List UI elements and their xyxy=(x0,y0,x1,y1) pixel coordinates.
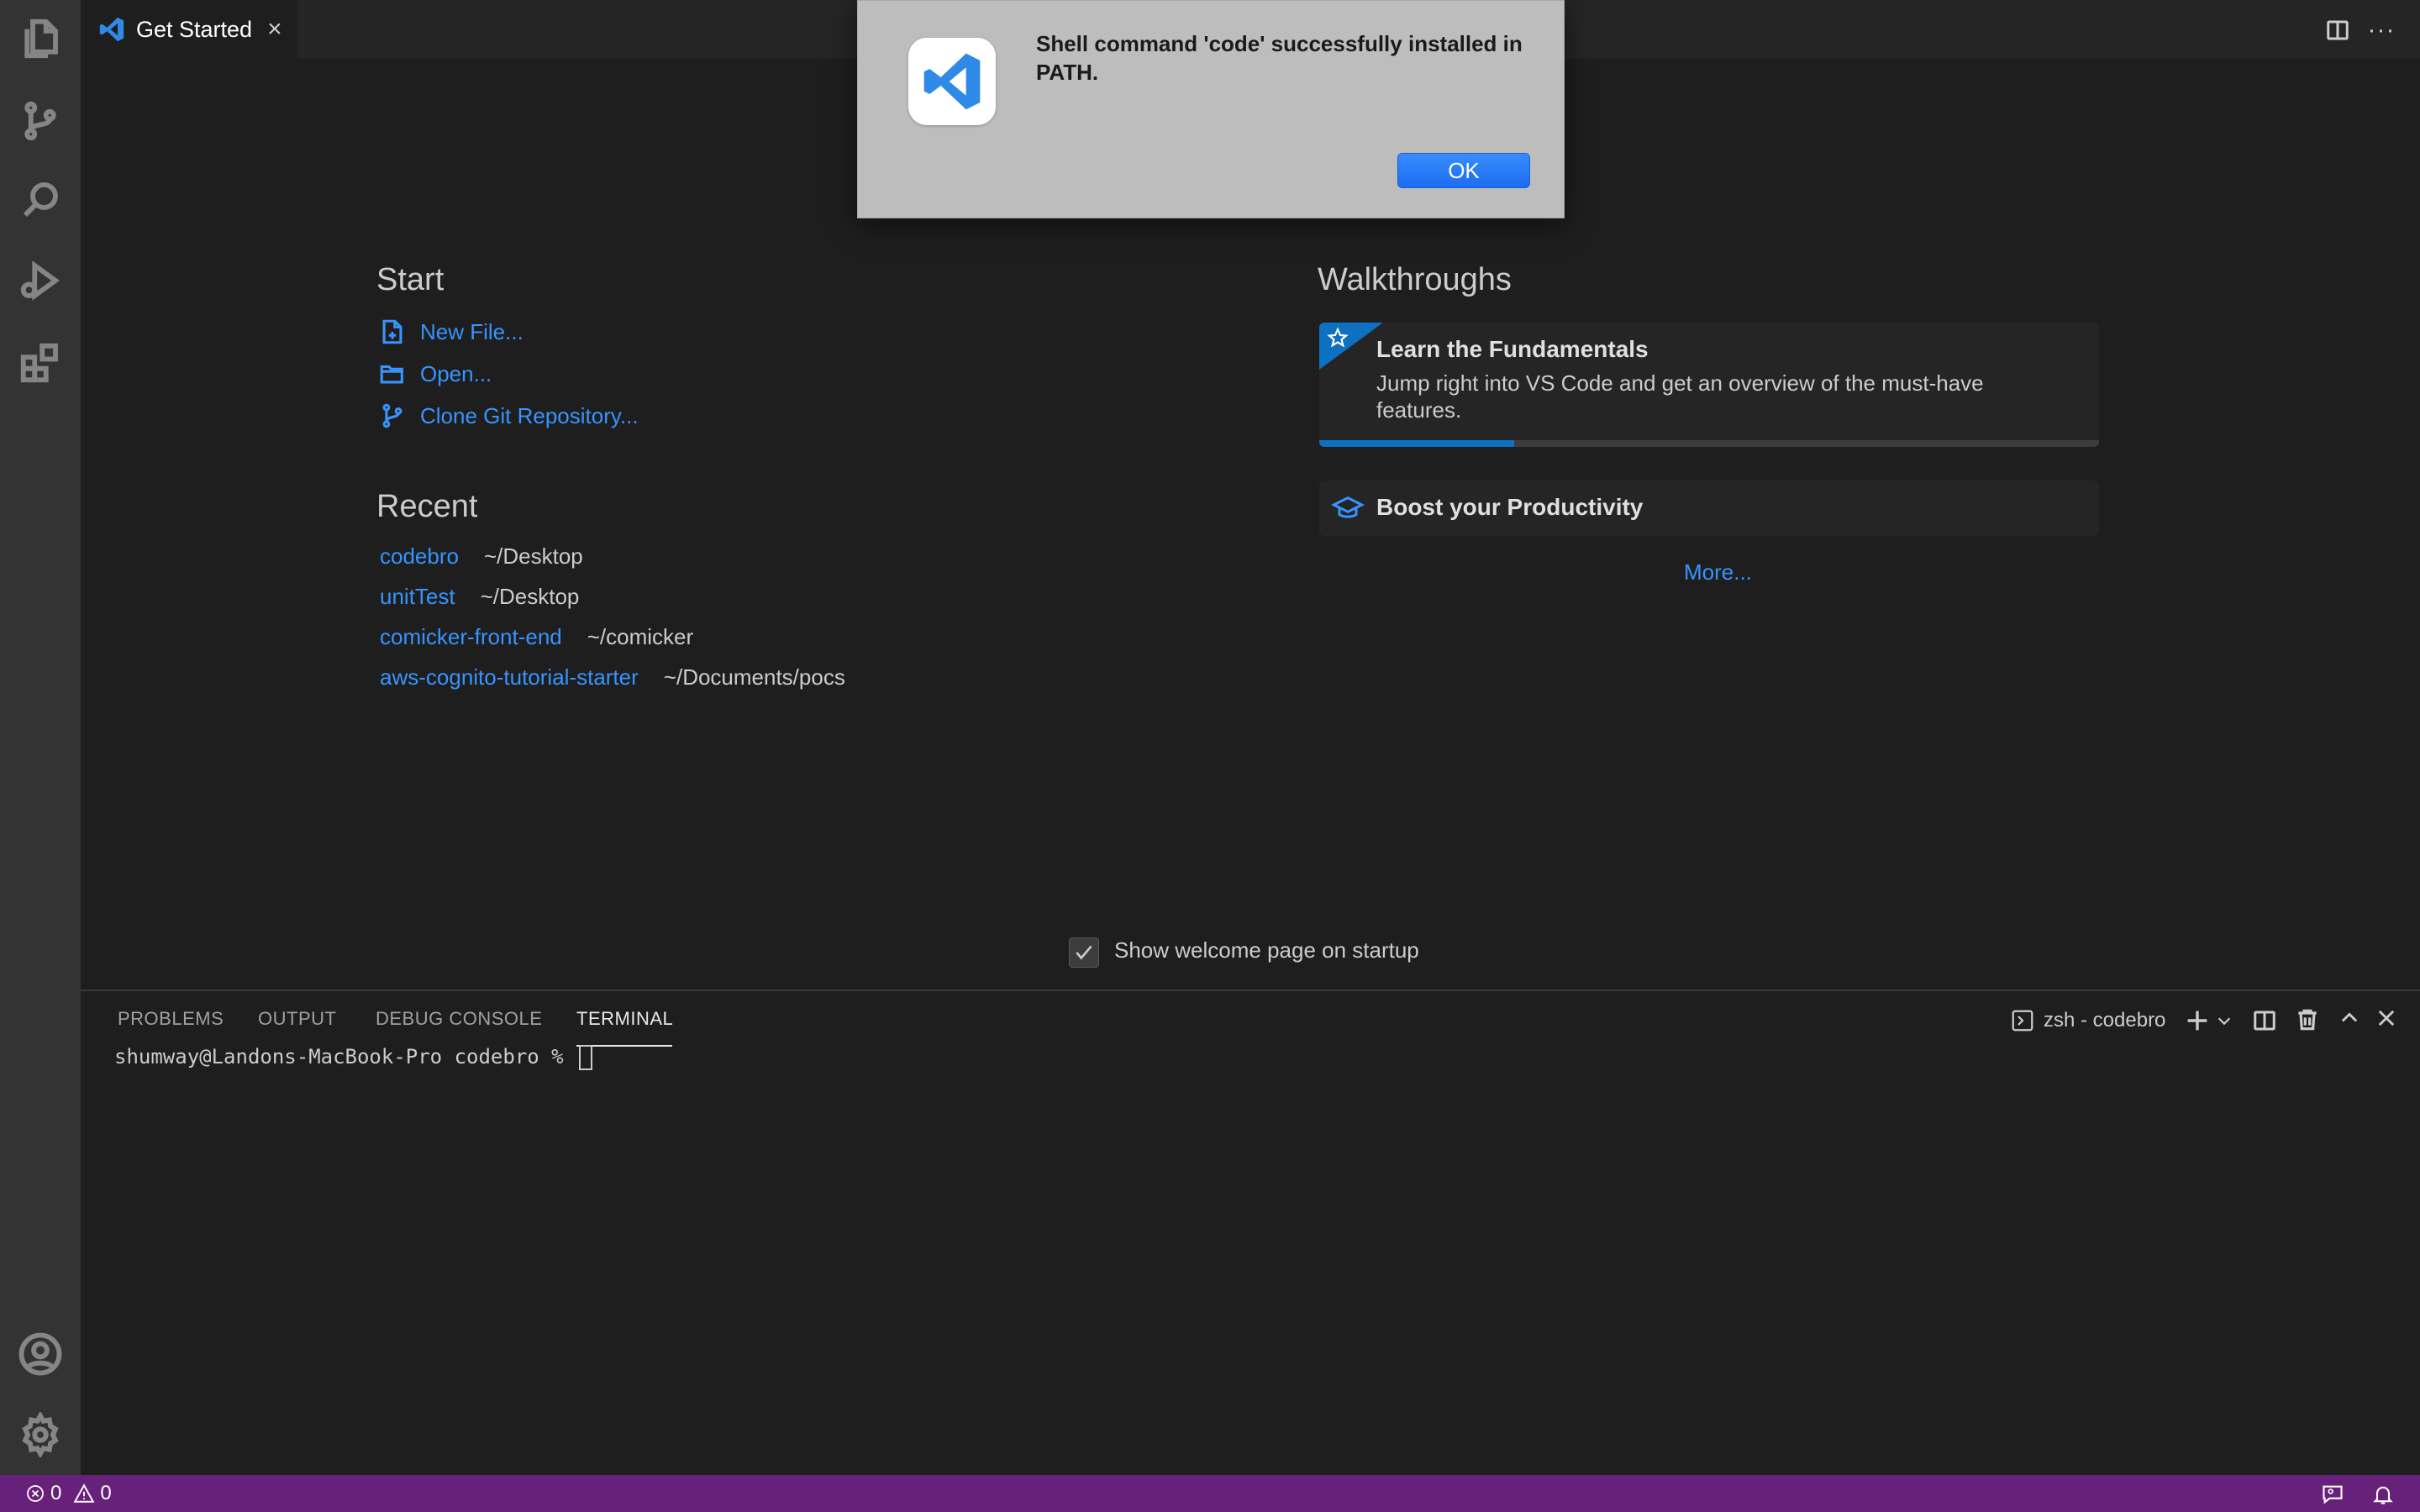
source-control-icon[interactable] xyxy=(15,96,66,146)
tab-close-icon[interactable]: × xyxy=(267,17,282,42)
maximize-panel-icon[interactable] xyxy=(2338,1006,2361,1034)
new-file-icon xyxy=(382,319,402,344)
recent-item-path: ~/Documents/pocs xyxy=(663,664,845,690)
warning-icon xyxy=(73,1483,95,1503)
problems-indicator[interactable]: 0 0 xyxy=(25,1482,112,1505)
error-count: 0 xyxy=(50,1482,62,1504)
recent-item: comicker-front-end ~/comicker xyxy=(380,617,845,657)
open-link[interactable]: Open... xyxy=(378,353,639,395)
tab-label: Get Started xyxy=(136,16,253,42)
walkthrough-progress-track xyxy=(1319,440,2099,447)
recent-item-name[interactable]: unitTest xyxy=(380,584,455,610)
walkthrough-progress-fill xyxy=(1319,440,1514,447)
recent-item-path: ~/Desktop xyxy=(480,583,580,609)
terminal-cursor xyxy=(579,1045,593,1070)
vscode-app-icon xyxy=(908,38,996,125)
tab-terminal[interactable]: TERMINAL xyxy=(576,1008,673,1030)
vscode-logo-icon xyxy=(99,17,124,42)
recent-item-path: ~/Desktop xyxy=(483,543,583,569)
git-branch-icon xyxy=(382,403,402,428)
dialog-message: Shell command 'code' successfully instal… xyxy=(1036,31,1523,85)
recent-item-name[interactable]: aws-cognito-tutorial-starter xyxy=(380,664,639,690)
walkthroughs-heading: Walkthroughs xyxy=(1318,262,1512,297)
tab-problems[interactable]: PROBLEMS xyxy=(118,1008,224,1030)
tab-get-started[interactable]: Get Started × xyxy=(81,0,297,59)
activity-bar xyxy=(0,0,82,1475)
terminal-name: zsh - codebro xyxy=(2044,1009,2166,1032)
recent-item-path: ~/comicker xyxy=(587,623,694,649)
error-icon xyxy=(27,1485,44,1502)
close-panel-icon[interactable] xyxy=(2375,1006,2398,1034)
notifications-bell-icon[interactable] xyxy=(2371,1483,2395,1506)
recent-item: aws-cognito-tutorial-starter ~/Documents… xyxy=(380,657,845,697)
terminal-prompt[interactable]: shumway@Landons-MacBook-Pro codebro % xyxy=(114,1045,593,1070)
checkmark-icon xyxy=(1076,945,1092,960)
vscode-logo-icon xyxy=(923,53,981,110)
more-walkthroughs-link[interactable]: More... xyxy=(1684,559,1752,585)
walkthrough-card-fundamentals[interactable]: Learn the Fundamentals Jump right into V… xyxy=(1319,323,2099,447)
walkthrough-title: Learn the Fundamentals xyxy=(1376,336,1649,362)
new-file-link[interactable]: New File... xyxy=(378,311,639,353)
extensions-icon[interactable] xyxy=(15,338,66,388)
start-heading: Start xyxy=(376,262,445,297)
trash-icon[interactable] xyxy=(2294,1006,2321,1037)
split-terminal-icon[interactable] xyxy=(2252,1008,2277,1037)
recent-heading: Recent xyxy=(376,489,478,524)
folder-open-icon xyxy=(380,365,403,384)
walkthrough-description: Jump right into VS Code and get an overv… xyxy=(1376,370,1984,423)
run-debug-icon[interactable] xyxy=(15,255,66,306)
split-editor-icon[interactable] xyxy=(2321,13,2354,47)
chevron-down-icon[interactable] xyxy=(2215,1011,2233,1034)
mortarboard-icon xyxy=(1331,496,1365,518)
account-icon[interactable] xyxy=(15,1329,66,1379)
explorer-icon[interactable] xyxy=(15,13,66,64)
terminal-selector[interactable]: zsh - codebro xyxy=(2010,1008,2165,1033)
recent-item: codebro ~/Desktop xyxy=(380,536,845,576)
featured-star-icon xyxy=(1319,323,1383,370)
status-bar: 0 0 xyxy=(0,1475,2420,1512)
ok-button[interactable]: OK xyxy=(1397,153,1530,188)
walkthrough-card-productivity[interactable]: Boost your Productivity xyxy=(1319,480,2099,536)
show-on-startup-checkbox[interactable] xyxy=(1069,937,1099,968)
warning-count: 0 xyxy=(100,1482,112,1504)
recent-item: unitTest ~/Desktop xyxy=(380,576,845,617)
recent-item-name[interactable]: codebro xyxy=(380,543,459,570)
search-icon[interactable] xyxy=(15,175,66,225)
clone-git-repository-link[interactable]: Clone Git Repository... xyxy=(378,395,639,437)
alert-dialog: Shell command 'code' successfully instal… xyxy=(857,0,1565,218)
start-list: New File... Open... Clone Git Repository… xyxy=(378,311,639,437)
more-actions-icon[interactable]: ··· xyxy=(2365,13,2398,47)
show-on-startup-label: Show welcome page on startup xyxy=(1114,937,1419,963)
tab-debug-console[interactable]: DEBUG CONSOLE xyxy=(376,1008,542,1030)
tab-output[interactable]: OUTPUT xyxy=(258,1008,336,1030)
new-terminal-icon[interactable] xyxy=(2183,1006,2212,1039)
walkthrough-title: Boost your Productivity xyxy=(1376,494,1644,520)
recent-list: codebro ~/Desktop unitTest ~/Desktop com… xyxy=(380,536,845,697)
settings-gear-icon[interactable] xyxy=(15,1410,66,1460)
terminal-icon xyxy=(2012,1010,2033,1032)
feedback-icon[interactable] xyxy=(2321,1483,2344,1506)
recent-item-name[interactable]: comicker-front-end xyxy=(380,624,562,650)
